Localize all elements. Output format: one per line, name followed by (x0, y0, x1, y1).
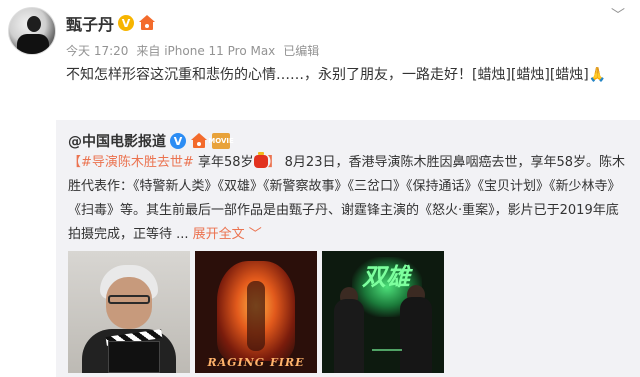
post-time[interactable]: 今天 17:20 (66, 42, 128, 59)
poster-title: RAGING FIRE (207, 356, 305, 369)
raging-fire-poster[interactable]: RAGING FIRE (195, 251, 317, 373)
image-grid: RAGING FIRE 双雄 (68, 251, 444, 373)
blue-verified-badge-icon: V (170, 133, 186, 149)
hashtag-suffix: 享年58岁 (193, 155, 254, 170)
repost-card[interactable]: @中国电影报道 V MOVIE 【#导演陈木胜去世# 享年58岁】 8月23日，… (56, 120, 640, 377)
repost-author-name[interactable]: @中国电影报道 (68, 131, 166, 151)
avatar[interactable] (8, 7, 56, 55)
author-name[interactable]: 甄子丹 (66, 11, 114, 35)
verified-badge-icon: V (118, 15, 135, 31)
fan-club-badge-icon (190, 133, 208, 149)
post-meta: 今天 17:20 来自 iPhone 11 Pro Max 已编辑 (66, 42, 319, 59)
double-hero-poster[interactable]: 双雄 (322, 251, 444, 373)
candle-emoji-icon (253, 152, 268, 168)
post-source: 来自 iPhone 11 Pro Max (136, 44, 276, 58)
poster-title: 双雄 (362, 263, 410, 291)
chevron-down-icon[interactable]: ﹀ (610, 9, 626, 23)
avatar-body (17, 34, 49, 54)
author-row: 甄子丹 V (66, 11, 156, 35)
edited-label[interactable]: 已编辑 (283, 42, 319, 59)
post-text: 不知怎样形容这沉重和悲伤的心情……，永别了朋友，一路走好！[蜡烛][蜡烛][蜡烛… (66, 67, 607, 83)
hashtag-bracket-close-icon: 】 (267, 155, 281, 170)
avatar-head (27, 16, 41, 32)
director-photo[interactable] (68, 251, 190, 373)
repost-author-row: @中国电影报道 V MOVIE (68, 131, 234, 151)
weibo-post: 甄子丹 V ﹀ 今天 17:20 来自 iPhone 11 Pro Max 已编… (0, 0, 640, 377)
hashtag-link[interactable]: #导演陈木胜去世# (81, 155, 194, 170)
hashtag-bracket-icon: 【 (68, 155, 82, 170)
expand-full-text-link[interactable]: 展开全文 ﹀ (193, 227, 262, 242)
fan-club-badge-icon (138, 15, 156, 31)
repost-text: 【#导演陈木胜去世# 享年58岁】 8月23日，香港导演陈木胜因鼻咽癌去世，享年… (68, 151, 630, 247)
movie-badge-icon: MOVIE (208, 133, 234, 149)
